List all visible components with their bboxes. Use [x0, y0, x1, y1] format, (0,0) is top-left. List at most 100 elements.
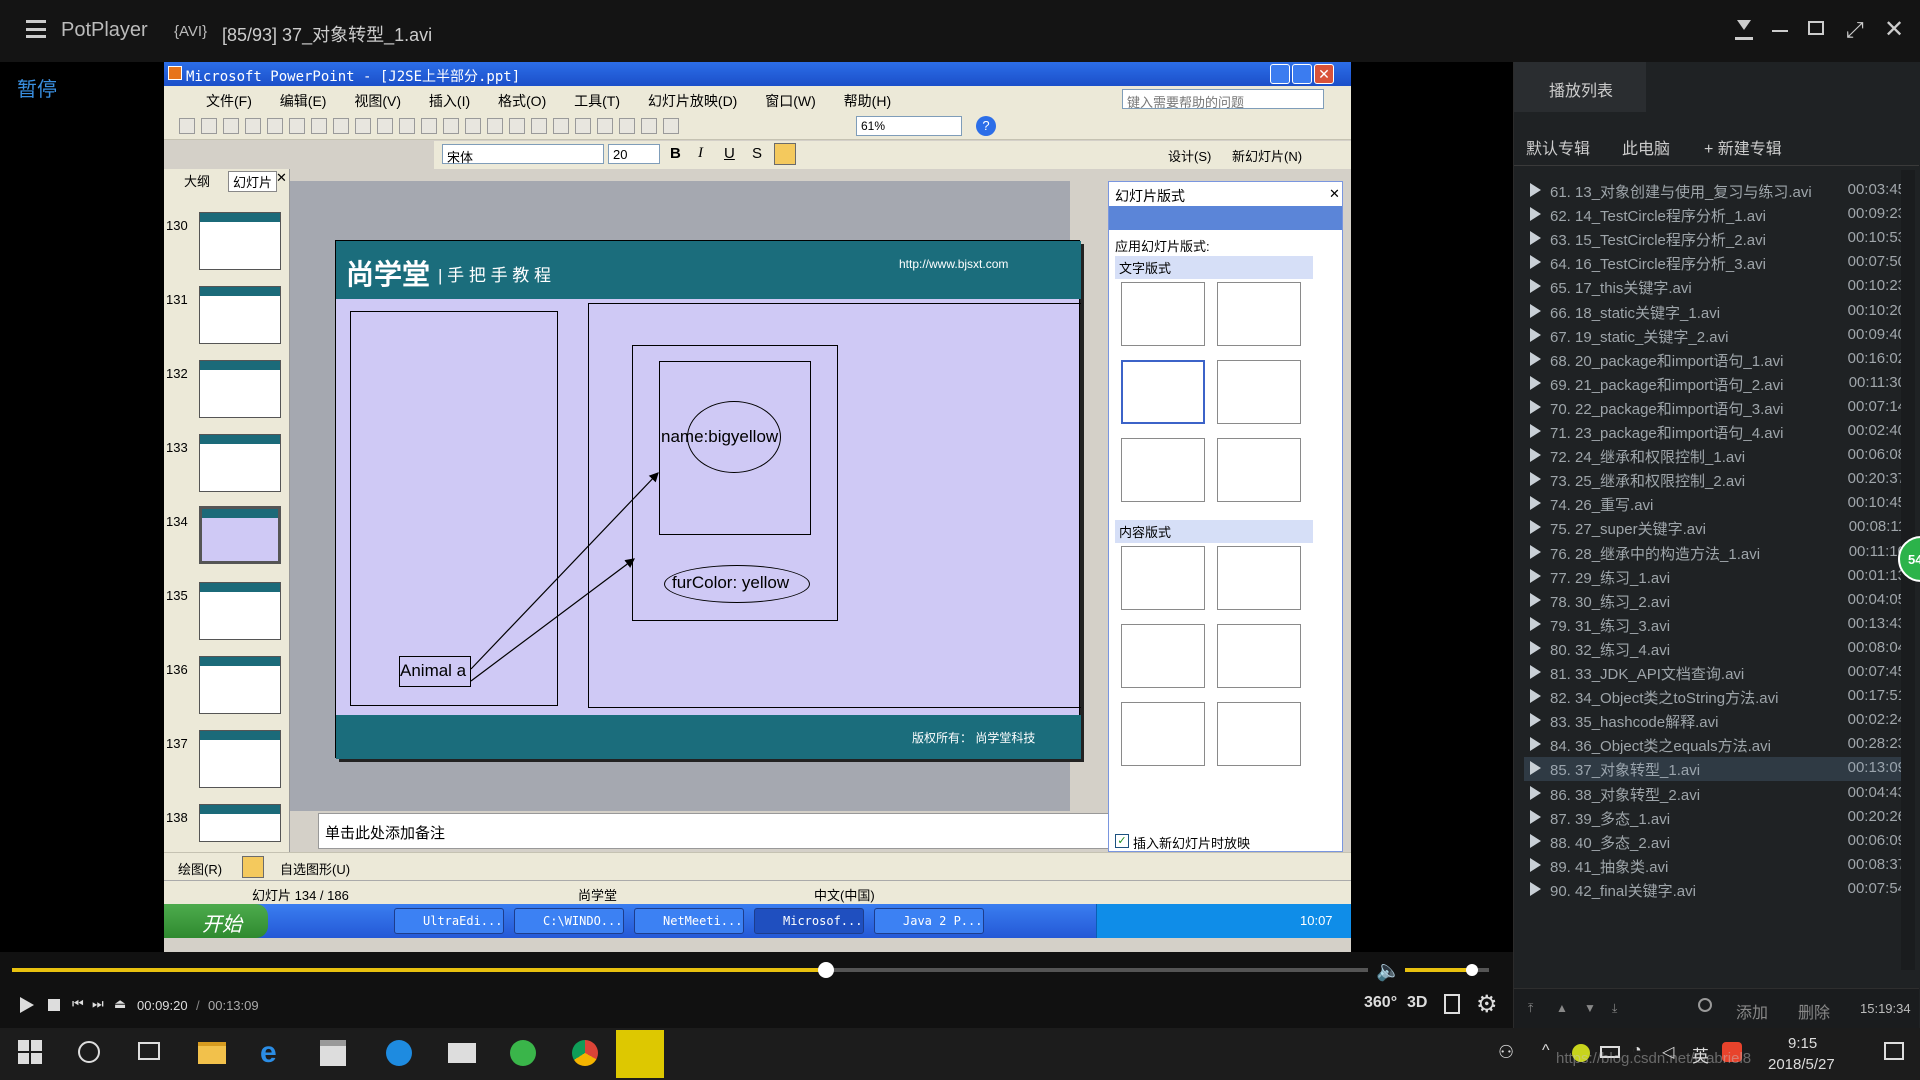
volume-handle[interactable]: [1466, 964, 1479, 976]
bold-button[interactable]: B: [670, 145, 681, 162]
playlist-title-tab[interactable]: 播放列表: [1514, 62, 1646, 112]
ppt-close-button[interactable]: ✕: [1314, 64, 1334, 84]
slide-thumbnail[interactable]: [199, 656, 281, 714]
menu-format[interactable]: 格式(O): [498, 93, 546, 109]
menu-file[interactable]: 文件(F): [206, 93, 252, 109]
play-icon[interactable]: [20, 997, 34, 1013]
paste-icon[interactable]: [421, 118, 437, 134]
menu-tools[interactable]: 工具(T): [574, 93, 620, 109]
expand-icon[interactable]: [597, 118, 613, 134]
slide-thumbnail[interactable]: [199, 434, 281, 492]
xp-task-netmeeting[interactable]: NetMeeti...: [634, 908, 744, 934]
menu-help[interactable]: 帮助(H): [844, 93, 891, 109]
playlist-delete-button[interactable]: 删除: [1798, 999, 1830, 1023]
clock-time[interactable]: 9:15: [1788, 1035, 1817, 1052]
research-icon[interactable]: [355, 118, 371, 134]
move-top-icon[interactable]: ⤒: [1528, 1001, 1533, 1016]
playlist-item[interactable]: 85. 37_对象转型_1.avi 00:13:09: [1524, 757, 1909, 782]
seek-bar[interactable]: [12, 968, 1368, 972]
playlist-item[interactable]: 84. 36_Object类之equals方法.avi 00:28:23: [1524, 733, 1909, 757]
browser-blue-icon[interactable]: [386, 1040, 412, 1066]
xp-task-ultraedit[interactable]: UltraEdi...: [394, 908, 504, 934]
vr-360-button[interactable]: 360°: [1364, 994, 1397, 1012]
potplayer-taskbar-icon[interactable]: [616, 1030, 664, 1078]
font-size-select[interactable]: 20: [608, 144, 660, 164]
show-formatting-icon[interactable]: [619, 118, 635, 134]
tray-chevron-icon[interactable]: ^: [1542, 1042, 1550, 1060]
layout-title[interactable]: [1121, 282, 1205, 346]
playlist-item[interactable]: 62. 14_TestCircle程序分析_1.avi 00:09:23: [1524, 203, 1909, 227]
playlist-search-icon[interactable]: [1698, 998, 1712, 1012]
slide-thumbnail[interactable]: [199, 212, 281, 270]
tab-outline[interactable]: 大纲: [184, 171, 210, 190]
show-on-insert-checkbox[interactable]: ✓: [1115, 834, 1129, 848]
stop-icon[interactable]: [48, 999, 60, 1011]
clock-date[interactable]: 2018/5/27: [1768, 1056, 1835, 1073]
playlist-item[interactable]: 86. 38_对象转型_2.avi 00:04:43: [1524, 782, 1909, 806]
move-bottom-icon[interactable]: ⤓: [1612, 1001, 1617, 1016]
xp-task-cmd[interactable]: C:\WINDO...: [514, 908, 624, 934]
align-left-button[interactable]: [774, 143, 796, 165]
edge-icon[interactable]: e: [260, 1036, 277, 1070]
italic-button[interactable]: I: [698, 145, 703, 162]
slide-thumbnail[interactable]: [199, 804, 281, 842]
color-icon[interactable]: [663, 118, 679, 134]
restore-icon[interactable]: [1808, 21, 1824, 35]
task-view-icon[interactable]: [138, 1042, 160, 1060]
playlist-item[interactable]: 88. 40_多态_2.avi 00:06:09: [1524, 830, 1909, 854]
save-icon[interactable]: [223, 118, 239, 134]
playlist-item[interactable]: 76. 28_继承中的构造方法_1.avi 00:11:10: [1524, 541, 1909, 565]
settings-gear-icon[interactable]: ⚙: [1476, 990, 1498, 1019]
playlist-item[interactable]: 73. 25_继承和权限控制_2.avi 00:20:37: [1524, 468, 1909, 492]
redo-icon[interactable]: [487, 118, 503, 134]
playlist-item[interactable]: 69. 21_package和import语句_2.avi 00:11:30: [1524, 372, 1909, 396]
playlist-item[interactable]: 77. 29_练习_1.avi 00:01:13: [1524, 565, 1909, 589]
ppt-minimize-button[interactable]: [1270, 64, 1290, 84]
playlist-item[interactable]: 81. 33_JDK_API文档查询.avi 00:07:45: [1524, 661, 1909, 685]
hyperlink-icon[interactable]: [575, 118, 591, 134]
fullscreen-icon[interactable]: ⤢: [1846, 17, 1864, 43]
playlist-toggle-icon[interactable]: [1444, 994, 1460, 1014]
playlist-add-button[interactable]: 添加: [1736, 999, 1768, 1023]
slide-thumbnail[interactable]: [199, 360, 281, 418]
seek-handle[interactable]: [817, 962, 834, 978]
spell-icon[interactable]: [333, 118, 349, 134]
layout-title-only[interactable]: [1217, 282, 1301, 346]
playlist-item[interactable]: 66. 18_static关键字_1.avi 00:10:20: [1524, 300, 1909, 324]
layout-content[interactable]: [1217, 546, 1301, 610]
layout-vertical[interactable]: [1121, 438, 1205, 502]
slide-thumbnail[interactable]: [199, 286, 281, 344]
playlist-item[interactable]: 83. 35_hashcode解释.avi 00:02:24: [1524, 709, 1909, 733]
layout-blank[interactable]: [1121, 546, 1205, 610]
select-icon[interactable]: [242, 856, 264, 878]
xp-start-button[interactable]: 开始: [164, 904, 268, 938]
draw-menu[interactable]: 绘图(R): [178, 859, 222, 878]
prev-icon[interactable]: ⏮: [72, 996, 84, 1012]
cut-icon[interactable]: [377, 118, 393, 134]
help-search-input[interactable]: 键入需要帮助的问题: [1122, 89, 1324, 110]
ppt-restore-button[interactable]: [1292, 64, 1312, 84]
slide-thumbnail-selected[interactable]: [199, 506, 281, 564]
menu-edit[interactable]: 编辑(E): [280, 93, 327, 109]
xp-task-powerpoint[interactable]: Microsof...: [754, 908, 864, 934]
menu-view[interactable]: 视图(V): [354, 93, 401, 109]
slides-pane-close-icon[interactable]: ✕: [276, 170, 287, 186]
menu-slideshow[interactable]: 幻灯片放映(D): [648, 93, 737, 109]
slide-thumbnail[interactable]: [199, 582, 281, 640]
grid-icon[interactable]: [641, 118, 657, 134]
copy-icon[interactable]: [399, 118, 415, 134]
layout-four-content[interactable]: [1121, 702, 1205, 766]
layout-two-content[interactable]: [1217, 624, 1301, 688]
playlist-item[interactable]: 64. 16_TestCircle程序分析_3.avi 00:07:50: [1524, 251, 1909, 275]
print-icon[interactable]: [289, 118, 305, 134]
pin-icon[interactable]: [1735, 18, 1753, 40]
layout-two-column[interactable]: [1217, 360, 1301, 424]
layout-title-content[interactable]: [1121, 624, 1205, 688]
playlist-item[interactable]: 90. 42_final关键字.avi 00:07:54: [1524, 878, 1909, 902]
email-icon[interactable]: [267, 118, 283, 134]
playlist-item[interactable]: 74. 26_重写.avi 00:10:45: [1524, 492, 1909, 516]
underline-button[interactable]: U: [724, 145, 735, 162]
people-icon[interactable]: ⚇: [1498, 1042, 1514, 1063]
store-icon[interactable]: [320, 1040, 346, 1066]
shadow-button[interactable]: S: [752, 145, 762, 162]
